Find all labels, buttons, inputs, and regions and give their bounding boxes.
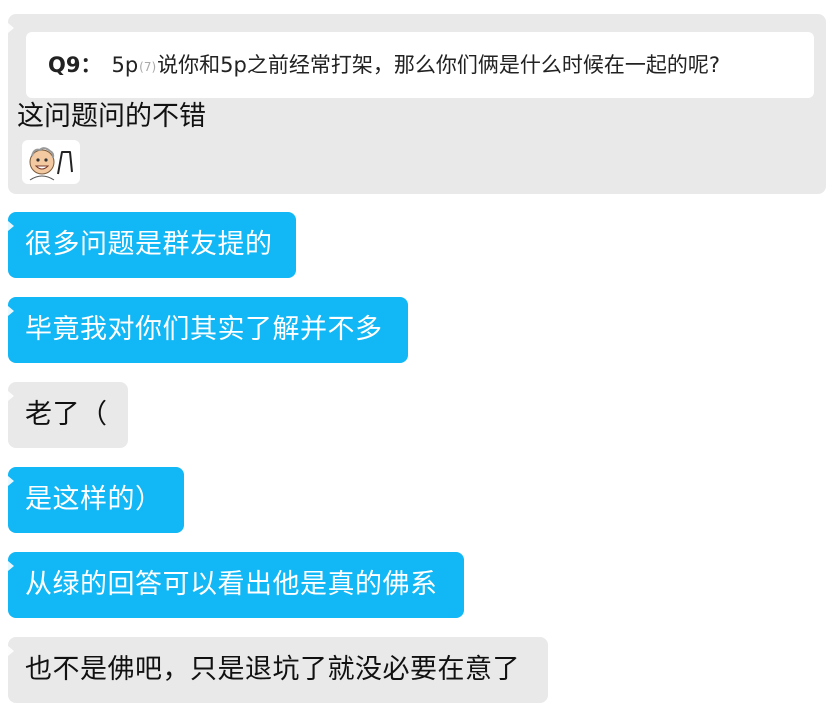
grinning-old-man-sticker-icon[interactable]: [22, 140, 80, 184]
message-text: 从绿的回答可以看出他是真的佛系: [25, 569, 438, 600]
question-prefix: 5p: [111, 53, 139, 77]
reply-text: 这问题问的不错: [17, 101, 206, 132]
message-text: 毕竟我对你们其实了解并不多: [25, 314, 383, 345]
quote-reply-message[interactable]: Q9： 5p(7)说你和5p之前经常打架，那么你们俩是什么时候在一起的呢? 这问题…: [8, 14, 826, 194]
question-tag: (7): [139, 60, 157, 74]
quoted-question[interactable]: Q9： 5p(7)说你和5p之前经常打架，那么你们俩是什么时候在一起的呢?: [26, 32, 814, 98]
message-text: 也不是佛吧，只是退坑了就没必要在意了: [25, 654, 520, 685]
message-text: 老了（: [25, 399, 108, 430]
message-bubble[interactable]: 也不是佛吧，只是退坑了就没必要在意了: [8, 637, 548, 703]
message-bubble[interactable]: 老了（: [8, 382, 128, 448]
question-text: 说你和5p之前经常打架，那么你们俩是什么时候在一起的呢?: [157, 53, 721, 77]
question-label: Q9：: [48, 53, 102, 77]
message-text: 很多问题是群友提的: [25, 229, 273, 260]
message-bubble[interactable]: 毕竟我对你们其实了解并不多: [8, 297, 408, 363]
message-bubble[interactable]: 很多问题是群友提的: [8, 212, 296, 278]
chat-transcript: Q9： 5p(7)说你和5p之前经常打架，那么你们俩是什么时候在一起的呢? 这问题…: [0, 0, 832, 710]
message-bubble[interactable]: 从绿的回答可以看出他是真的佛系: [8, 552, 464, 618]
message-text: 是这样的）: [25, 484, 163, 515]
message-bubble[interactable]: 是这样的）: [8, 467, 184, 533]
